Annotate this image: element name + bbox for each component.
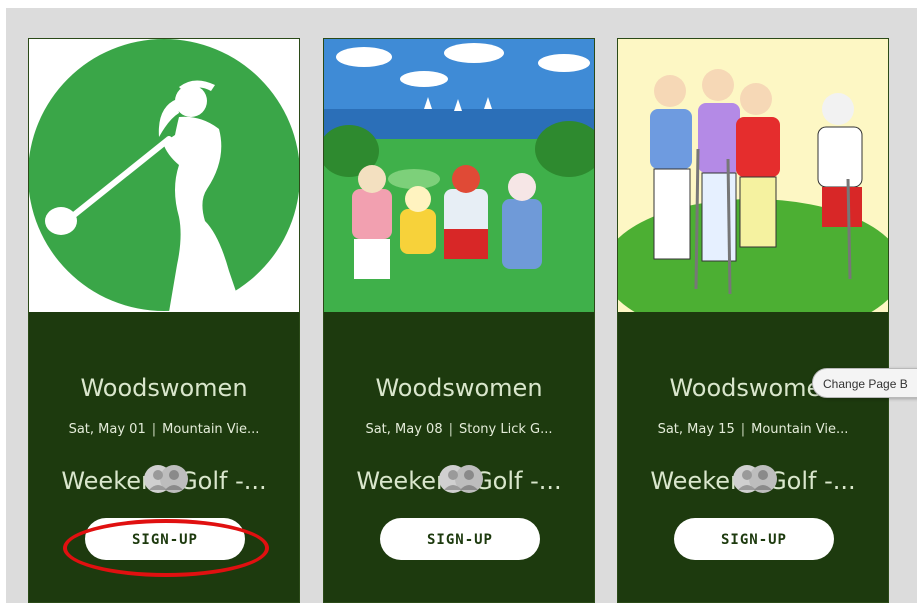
attendees-icon[interactable]: [143, 464, 189, 494]
signup-button[interactable]: SIGN-UP: [85, 518, 245, 560]
event-title-line1: Woodswomen: [80, 374, 248, 402]
event-date: Sat, May 15: [657, 422, 735, 437]
golfer-silhouette-icon: [29, 39, 299, 312]
golf-painting-image: [324, 39, 594, 312]
meta-separator: |: [448, 422, 453, 437]
meta-separator: |: [151, 422, 157, 437]
golf-cartoon-image: [618, 39, 888, 312]
event-location: Mountain Vie...: [751, 422, 849, 437]
event-card[interactable]: Woodswomen Weekend Golf -... Sat, May 08…: [323, 38, 595, 603]
event-card[interactable]: Woodswomen Weekend Golf -... Sat, May 15…: [617, 38, 889, 603]
event-meta: Sat, May 01 | Mountain Vie...: [35, 422, 293, 437]
tooltip-text: Change Page B: [823, 377, 908, 391]
event-image[interactable]: [618, 39, 888, 312]
event-meta: Sat, May 08 | Stony Lick G...: [330, 422, 588, 437]
event-date: Sat, May 08: [365, 422, 443, 437]
event-image[interactable]: [29, 39, 299, 312]
attendees-icon[interactable]: [438, 464, 484, 494]
event-card[interactable]: Woodswomen Weekend Golf -... Sat, May 01…: [28, 38, 300, 603]
event-title-line1: Woodswomen: [669, 374, 837, 402]
event-date: Sat, May 01: [68, 422, 146, 437]
event-title-line1: Woodswomen: [375, 374, 543, 402]
attendees-icon[interactable]: [732, 464, 778, 494]
event-location: Mountain Vie...: [162, 422, 260, 437]
change-page-tooltip[interactable]: Change Page B: [812, 368, 917, 398]
event-meta: Sat, May 15 | Mountain Vie...: [624, 422, 882, 437]
meta-separator: |: [740, 422, 746, 437]
signup-button[interactable]: SIGN-UP: [380, 518, 540, 560]
signup-button[interactable]: SIGN-UP: [674, 518, 834, 560]
event-location: Stony Lick G...: [459, 422, 553, 437]
event-image[interactable]: [324, 39, 594, 312]
